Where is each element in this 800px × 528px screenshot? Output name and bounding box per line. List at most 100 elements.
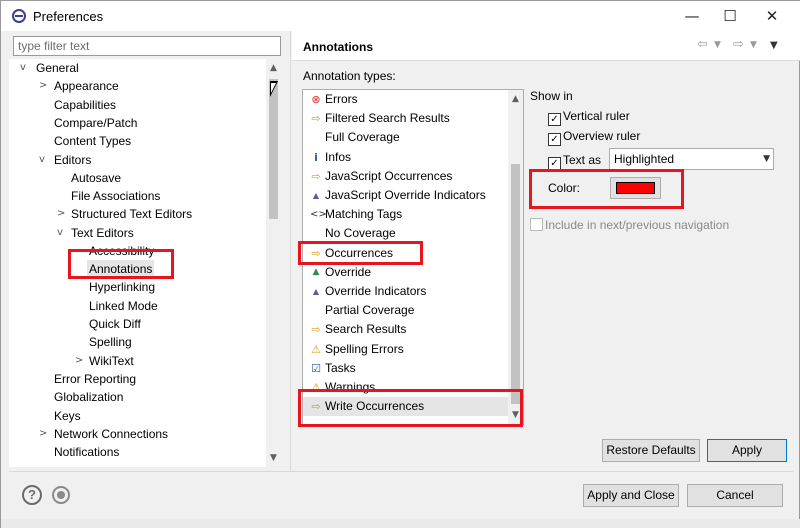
minimize-button[interactable]: — (677, 5, 707, 27)
tree-item-globalization[interactable]: Globalization (54, 388, 123, 406)
checkbox-unchecked-icon[interactable] (530, 218, 543, 231)
text-as-checkbox[interactable]: ✓ Text as (548, 152, 601, 170)
back-dropdown-icon[interactable]: ▼ (714, 40, 721, 50)
filter-input[interactable]: type filter text (13, 36, 281, 56)
list-item-javascript-override-indicators[interactable]: ▲ JavaScript Override Indicators (303, 186, 509, 205)
tree-scrollbar[interactable]: ▲ ▼ (266, 59, 281, 467)
tree-item-spelling[interactable]: Spelling (89, 333, 132, 351)
scroll-up-icon[interactable]: ▲ (508, 92, 523, 106)
collapsed-twisty-icon[interactable]: > (57, 205, 65, 223)
list-item-javascript-occurrences[interactable]: ⇨ JavaScript Occurrences (303, 167, 509, 186)
list-item-warnings[interactable]: ⚠ Warnings (303, 378, 509, 397)
restore-defaults-button[interactable]: Restore Defaults (602, 439, 700, 462)
list-item-override[interactable]: ▲ Override (303, 263, 509, 282)
page-header: Annotations ⇦ ▼ ⇨ ▼ ▼ (292, 31, 800, 61)
tree-item-compare-patch[interactable]: Compare/Patch (54, 114, 137, 132)
list-item-partial-coverage[interactable]: Partial Coverage (303, 301, 509, 320)
override-icon: ▲ (312, 267, 320, 277)
title-bar: Preferences — ☐ ✕ (1, 1, 800, 31)
scroll-down-icon[interactable]: ▼ (266, 451, 281, 465)
back-arrow-icon[interactable]: ⇦ (697, 37, 708, 52)
vertical-ruler-checkbox[interactable]: ✓ Vertical ruler (548, 108, 630, 126)
list-item-search-results[interactable]: ⇨ Search Results (303, 320, 509, 339)
tree-item-editors[interactable]: Editors (54, 151, 91, 169)
list-item-errors[interactable]: ⊗ Errors (303, 90, 509, 109)
tree-item-text-editors[interactable]: Text Editors (71, 224, 134, 242)
tree-item-wikitext[interactable]: WikiText (89, 352, 134, 370)
pane-divider (290, 31, 291, 471)
help-icon[interactable]: ? (22, 485, 42, 505)
include-navigation-checkbox[interactable]: Include in next/previous navigation (530, 217, 729, 233)
scroll-up-icon[interactable]: ▲ (266, 61, 281, 75)
checkbox-checked-icon[interactable]: ✓ (548, 133, 561, 146)
tree-item-capabilities[interactable]: Capabilities (54, 96, 116, 114)
checkbox-checked-icon[interactable]: ✓ (548, 157, 561, 170)
tree-item-annotations[interactable]: Annotations (87, 260, 155, 278)
import-export-icon[interactable] (52, 486, 70, 504)
expanded-twisty-icon[interactable]: v (20, 59, 26, 77)
forward-dropdown-icon[interactable]: ▼ (750, 40, 757, 50)
color-picker-button[interactable] (610, 177, 661, 199)
tree-item-accessibility[interactable]: Accessibility (89, 242, 154, 260)
tree-item-keys[interactable]: Keys (54, 407, 81, 425)
list-item-infos[interactable]: i Infos (303, 148, 509, 167)
close-button[interactable]: ✕ (757, 5, 787, 27)
list-item-override-indicators[interactable]: ▲ Override Indicators (303, 282, 509, 301)
warning-icon: ⚠ (311, 381, 321, 394)
tree-item-file-associations[interactable]: File Associations (71, 187, 160, 205)
list-item-no-coverage[interactable]: No Coverage (303, 224, 509, 243)
tree-item-appearance[interactable]: Appearance (54, 77, 119, 95)
preference-tree: v General > Appearance Capabilities Comp… (9, 59, 281, 467)
expanded-twisty-icon[interactable]: v (39, 151, 45, 169)
arrow-icon: ⇨ (311, 400, 321, 413)
scroll-down-icon[interactable]: ▼ (508, 408, 523, 422)
color-swatch (616, 182, 655, 194)
cancel-button[interactable]: Cancel (687, 484, 783, 507)
tree-item-hyperlinking[interactable]: Hyperlinking (89, 278, 155, 296)
tree-item-autosave[interactable]: Autosave (71, 169, 121, 187)
overview-ruler-checkbox[interactable]: ✓ Overview ruler (548, 128, 640, 146)
tree-item-general[interactable]: General (36, 59, 79, 77)
page-title: Annotations (303, 40, 373, 54)
color-label: Color: (548, 181, 581, 195)
window-title: Preferences (33, 9, 104, 24)
apply-and-close-button[interactable]: Apply and Close (583, 484, 679, 507)
list-item-filtered-search-results[interactable]: ⇨ Filtered Search Results (303, 109, 509, 128)
scroll-thumb[interactable] (511, 164, 520, 404)
list-item-matching-tags[interactable]: <> Matching Tags (303, 205, 509, 224)
collapsed-twisty-icon[interactable]: > (75, 352, 83, 370)
apply-button[interactable]: Apply (707, 439, 787, 462)
forward-arrow-icon[interactable]: ⇨ (733, 37, 744, 52)
tree-item-error-reporting[interactable]: Error Reporting (54, 370, 136, 388)
tree-item-notifications[interactable]: Notifications (54, 443, 119, 461)
maximize-button[interactable]: ☐ (715, 5, 745, 27)
list-item-full-coverage[interactable]: Full Coverage (303, 128, 509, 147)
list-item-spelling-errors[interactable]: ⚠ Spelling Errors (303, 340, 509, 359)
tree-item-content-types[interactable]: Content Types (54, 132, 131, 150)
eclipse-app-icon (12, 9, 26, 23)
expanded-twisty-icon[interactable]: v (57, 224, 63, 242)
tree-item-network-connections[interactable]: Network Connections (54, 425, 168, 443)
list-item-tasks[interactable]: ☑ Tasks (303, 359, 509, 378)
collapsed-twisty-icon[interactable]: > (39, 425, 47, 443)
list-item-write-occurrences[interactable]: ⇨ Write Occurrences (303, 397, 509, 416)
annotation-list-scrollbar[interactable]: ▲ ▼ (508, 90, 523, 424)
tree-item-linked-mode[interactable]: Linked Mode (89, 297, 158, 315)
warning-icon: ⚠ (311, 343, 321, 356)
tree-item-quick-diff[interactable]: Quick Diff (89, 315, 141, 333)
arrow-icon: ⇨ (311, 247, 321, 260)
footer-divider (9, 471, 793, 472)
view-menu-icon[interactable]: ▼ (770, 40, 778, 51)
background-editor-strip (1, 519, 800, 528)
mouse-cursor-icon (270, 81, 278, 97)
text-style-dropdown[interactable]: Highlighted ▼ (609, 148, 774, 170)
checkbox-checked-icon[interactable]: ✓ (548, 113, 561, 126)
arrow-icon: ⇨ (311, 112, 321, 125)
tree-item-structured-text-editors[interactable]: Structured Text Editors (71, 205, 192, 223)
collapsed-twisty-icon[interactable]: > (39, 77, 47, 95)
info-icon: i (314, 151, 318, 164)
arrow-icon: ⇨ (311, 170, 321, 183)
scroll-thumb[interactable] (269, 79, 278, 219)
annotation-types-list: ⊗ Errors ⇨ Filtered Search Results Full Co… (302, 89, 524, 425)
list-item-occurrences[interactable]: ⇨ Occurrences (303, 244, 509, 263)
